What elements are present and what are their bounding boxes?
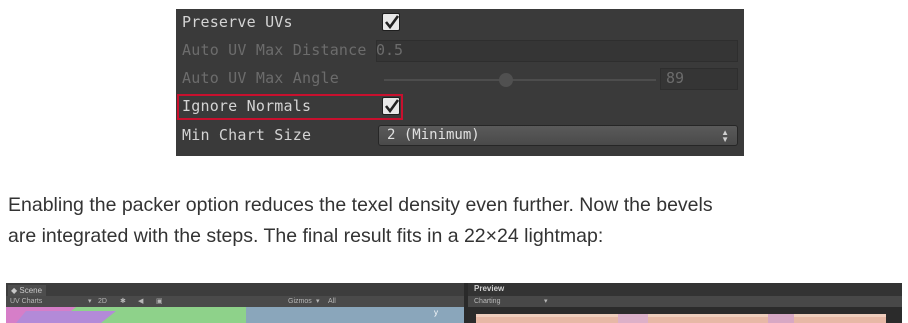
auto-uv-max-distance-row: Auto UV Max Distance 0.5 <box>176 37 744 65</box>
scene-tab-icon: ◆ <box>11 286 18 295</box>
checkmark-icon <box>384 15 400 30</box>
editor-screenshot: ◆ Scene UV Charts ▾ 2D ✱ ◀ ▣ Gizmos ▾ Al… <box>6 283 902 323</box>
axis-label: y <box>434 308 438 317</box>
lighting-settings-panel: Preserve UVs Auto UV Max Distance 0.5 Au… <box>176 9 744 156</box>
light-toggle-icon[interactable]: ✱ <box>120 296 126 307</box>
min-chart-size-label: Min Chart Size <box>182 126 312 144</box>
checkmark-icon <box>384 99 400 114</box>
auto-uv-max-distance-field[interactable] <box>376 40 738 62</box>
uv-chart-shapes <box>6 307 464 323</box>
scene-toolbar: UV Charts ▾ 2D ✱ ◀ ▣ Gizmos ▾ All <box>6 296 464 307</box>
min-chart-size-dropdown[interactable]: 2 (Minimum) ▲ ▼ <box>378 125 738 146</box>
gizmos-dropdown[interactable]: Gizmos <box>288 296 312 307</box>
scene-mode-dropdown[interactable]: UV Charts <box>10 296 42 307</box>
ignore-normals-row: Ignore Normals <box>176 93 744 121</box>
article-line-1: Enabling the packer option reduces the t… <box>8 194 713 216</box>
tab-scene[interactable]: ◆ Scene <box>8 285 47 296</box>
slider-thumb-handle[interactable] <box>499 73 514 87</box>
preview-toolbar: Charting ▾ <box>468 296 902 307</box>
auto-uv-max-angle-slider[interactable] <box>384 79 656 81</box>
min-chart-size-value: 2 (Minimum) <box>387 127 480 143</box>
preserve-uvs-checkbox[interactable] <box>382 13 400 31</box>
audio-toggle-icon[interactable]: ◀ <box>138 296 143 307</box>
ignore-normals-checkbox[interactable] <box>382 97 400 115</box>
preview-header: Preview <box>468 283 902 296</box>
updown-arrows-icon: ▲ ▼ <box>721 128 729 144</box>
ignore-normals-label: Ignore Normals <box>182 97 312 115</box>
preserve-uvs-label: Preserve UVs <box>182 13 293 31</box>
auto-uv-max-angle-label: Auto UV Max Angle <box>182 69 339 87</box>
auto-uv-max-distance-label: Auto UV Max Distance <box>182 41 367 59</box>
dropdown-arrow-icon: ▾ <box>316 298 320 305</box>
preview-tab-label[interactable]: Preview <box>474 284 504 293</box>
lightmap-preview <box>476 314 886 323</box>
auto-uv-max-angle-value: 89 <box>666 69 685 87</box>
scene-search-input[interactable]: All <box>328 296 336 307</box>
preserve-uvs-row: Preserve UVs <box>176 9 744 37</box>
scene-viewport[interactable]: y <box>6 307 464 323</box>
dropdown-arrow-icon: ▾ <box>88 298 92 305</box>
scene-tab-label: Scene <box>19 286 43 295</box>
mode-2d-button[interactable]: 2D <box>98 296 107 307</box>
article-paragraph: Enabling the packer option reduces the t… <box>8 190 888 252</box>
auto-uv-max-angle-row: Auto UV Max Angle 89 <box>176 65 744 93</box>
preview-mode-dropdown[interactable]: Charting <box>474 296 500 307</box>
dropdown-arrow-icon: ▾ <box>544 298 548 305</box>
effects-toggle-icon[interactable]: ▣ <box>156 296 163 307</box>
preview-area <box>468 307 902 323</box>
article-line-2: are integrated with the steps. The final… <box>8 225 604 247</box>
auto-uv-max-distance-value: 0.5 <box>376 41 404 59</box>
min-chart-size-row: Min Chart Size 2 (Minimum) ▲ ▼ <box>176 122 744 150</box>
